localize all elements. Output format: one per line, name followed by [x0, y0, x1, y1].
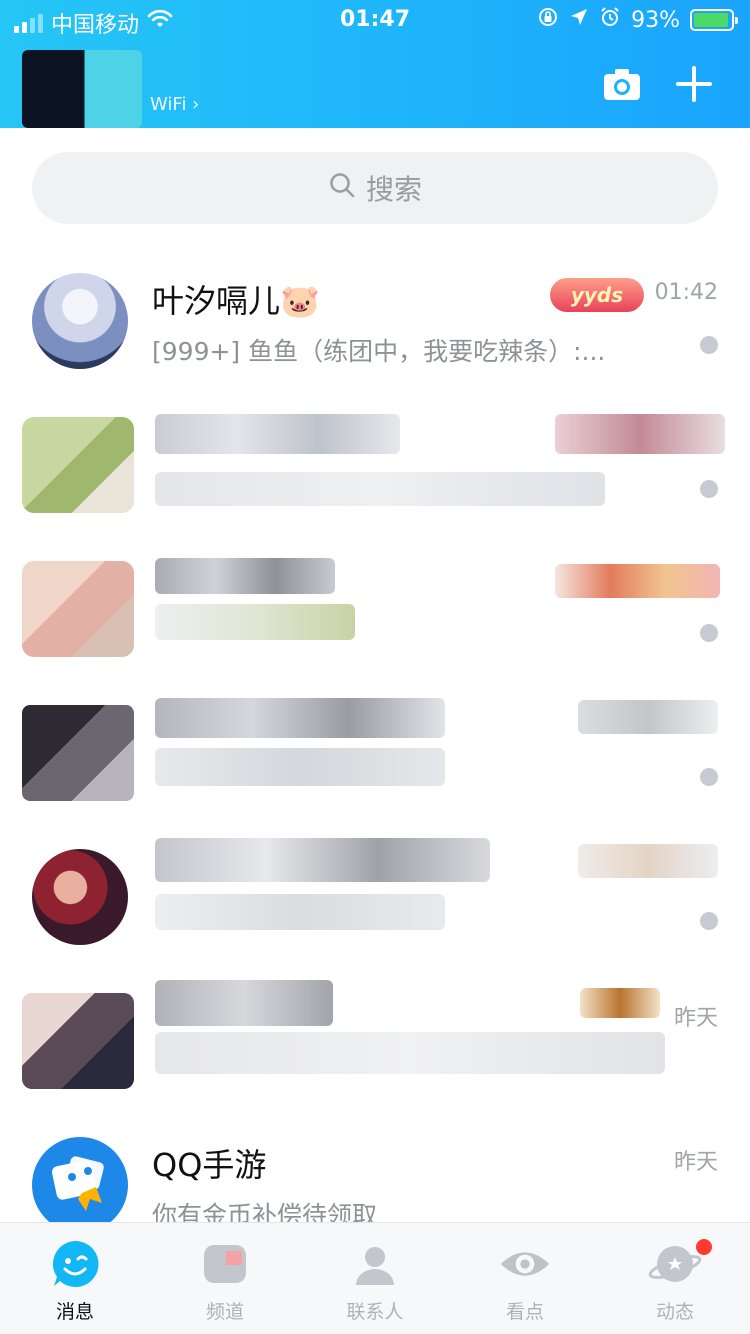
unread-dot — [700, 768, 718, 786]
conversation-time: 昨天 — [673, 1006, 718, 1031]
tab-bar: 消息 频道 联系人 看点 动态 — [0, 1222, 750, 1334]
unread-dot — [700, 336, 718, 354]
search-placeholder: 搜索 — [365, 173, 422, 206]
notification-dot — [696, 1239, 712, 1255]
carrier-label: 中国移动 — [51, 13, 140, 38]
conversation-time: 01:42 — [654, 280, 718, 305]
tab-watch[interactable]: 看点 — [450, 1223, 600, 1334]
channel-icon — [198, 1237, 252, 1291]
battery-percent: 93% — [631, 7, 680, 33]
tab-messages[interactable]: 消息 — [0, 1223, 150, 1334]
obscured-time — [578, 844, 718, 878]
conversation-avatar — [32, 273, 128, 369]
search-icon — [328, 171, 356, 206]
my-avatar[interactable] — [22, 50, 142, 128]
tab-moments[interactable]: 动态 — [600, 1223, 750, 1334]
location-arrow-icon — [569, 7, 589, 33]
search-input[interactable]: 搜索 — [32, 152, 718, 224]
obscured-preview — [155, 472, 605, 506]
obscured-name — [155, 698, 445, 738]
tab-label: 动态 — [655, 1301, 694, 1323]
conversation-time: 昨天 — [673, 1150, 718, 1175]
conversation-avatar — [22, 417, 134, 513]
obscured-name — [155, 980, 333, 1026]
obscured-name — [155, 558, 335, 594]
conversation-avatar — [22, 561, 134, 657]
tab-channel[interactable]: 频道 — [150, 1223, 300, 1334]
obscured-preview — [155, 748, 445, 786]
obscured-time — [578, 700, 718, 734]
network-status[interactable]: WiFi › — [150, 94, 199, 115]
conversation-avatar — [22, 993, 134, 1089]
conversation-avatar — [32, 1137, 128, 1233]
alarm-icon — [599, 6, 621, 34]
obscured-time — [555, 414, 725, 454]
plus-icon[interactable] — [672, 62, 716, 106]
tab-label: 消息 — [55, 1301, 94, 1323]
obscured-name — [155, 838, 490, 882]
unread-dot — [700, 624, 718, 642]
dessert-badge — [580, 988, 660, 1018]
wifi-icon — [147, 9, 173, 36]
conversation-item[interactable] — [0, 678, 750, 822]
orientation-lock-icon — [537, 6, 559, 34]
battery-icon — [690, 9, 738, 31]
conversation-preview: [999+] 鱼鱼（练团中，我要吃辣条）:... — [152, 337, 606, 366]
planet-icon — [648, 1237, 702, 1291]
tab-label: 联系人 — [346, 1301, 404, 1323]
obscured-preview — [155, 894, 445, 930]
obscured-preview — [155, 1032, 665, 1074]
conversation-item[interactable] — [0, 534, 750, 678]
conversation-item[interactable]: 昨天 — [0, 966, 750, 1110]
header-bar: 中国移动 01:47 93% WiFi › — [0, 0, 750, 128]
status-bar: 中国移动 01:47 93% — [0, 0, 750, 40]
conversation-item[interactable] — [0, 390, 750, 534]
obscured-name — [155, 414, 400, 454]
camera-icon[interactable] — [600, 62, 644, 106]
conversation-list: 叶汐嗝儿🐷 01:42 [999+] 鱼鱼（练团中，我要吃辣条）:... 昨天 … — [0, 246, 750, 1254]
tab-contacts[interactable]: 联系人 — [300, 1223, 450, 1334]
conversation-name: 叶汐嗝儿🐷 — [152, 282, 320, 320]
conversation-name: QQ手游 — [152, 1146, 267, 1184]
contacts-icon — [348, 1237, 402, 1291]
obscured-time — [555, 564, 720, 598]
conversation-item[interactable]: 叶汐嗝儿🐷 01:42 [999+] 鱼鱼（练团中，我要吃辣条）:... — [0, 246, 750, 390]
cellular-signal-icon — [14, 13, 43, 33]
tab-label: 看点 — [505, 1301, 544, 1323]
conversation-avatar — [22, 705, 134, 801]
conversation-avatar — [32, 849, 128, 945]
eye-icon — [498, 1237, 552, 1291]
obscured-preview — [155, 604, 355, 640]
vip-badge: yyds — [550, 278, 644, 312]
unread-dot — [700, 912, 718, 930]
tab-label: 频道 — [205, 1301, 244, 1323]
conversation-item[interactable] — [0, 822, 750, 966]
message-face-icon — [48, 1237, 102, 1291]
unread-dot — [700, 480, 718, 498]
